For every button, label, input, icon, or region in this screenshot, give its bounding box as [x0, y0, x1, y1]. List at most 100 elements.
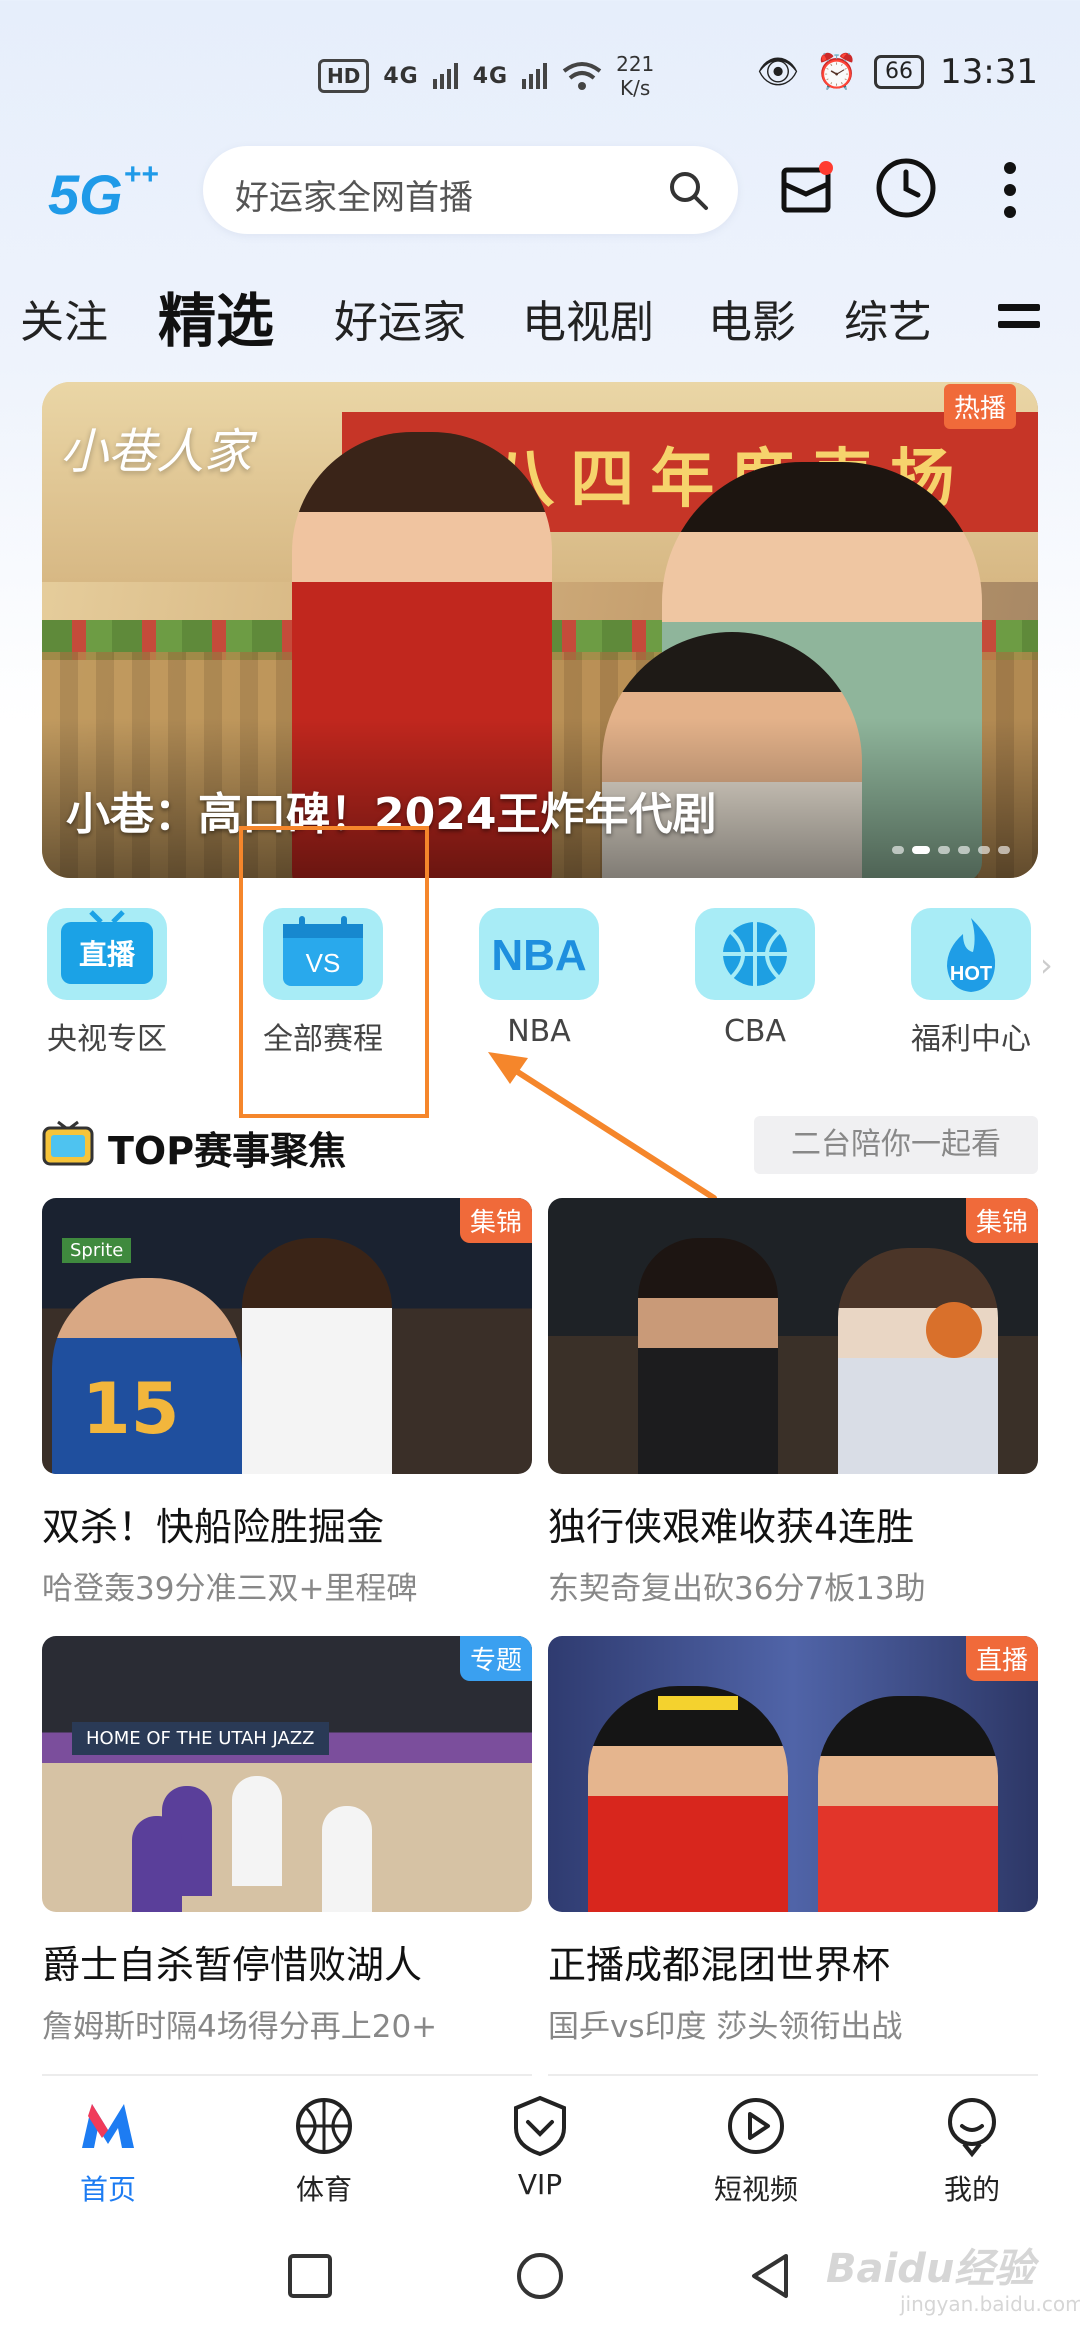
logo-text: 5G: [48, 163, 123, 226]
carousel-dot: [958, 846, 970, 854]
channel-menu-icon[interactable]: [998, 298, 1040, 334]
search-icon[interactable]: [666, 168, 710, 212]
card-subtitle: 国乒vs印度 莎头领衔出战: [548, 2009, 903, 2045]
nav-label: VIP: [517, 2168, 563, 2201]
tab-movie[interactable]: 电影: [708, 286, 796, 350]
history-icon[interactable]: [874, 156, 938, 220]
carousel-dot-active: [912, 846, 930, 854]
nav-label: 首页: [79, 2173, 136, 2206]
quick-entry-label: CBA: [723, 1014, 787, 1049]
nav-vip[interactable]: VIP: [470, 2094, 610, 2201]
more-vertical-icon[interactable]: [990, 158, 1030, 222]
banner-hot-badge: 热播: [943, 384, 1016, 429]
card-subtitle: 詹姆斯时隔4场得分再上20+: [42, 2009, 438, 2045]
player-figure: [838, 1248, 998, 1474]
annotation-highlight-box: [239, 826, 429, 1118]
tab-haoyunjia[interactable]: 好运家: [334, 286, 466, 350]
player-figure: [322, 1806, 372, 1912]
top-events-section-header: TOP赛事聚焦 二台陪你一起看: [0, 1116, 1080, 1186]
divider: [42, 2074, 532, 2076]
tab-variety[interactable]: 综艺: [844, 286, 932, 350]
quick-entry-label: 央视专区: [47, 1022, 167, 1057]
live-tv-icon: 直播: [47, 908, 167, 1000]
quick-entry-welfare[interactable]: HOT 福利中心: [896, 900, 1046, 1058]
nav-home[interactable]: 首页: [38, 2094, 178, 2208]
video-card-clippers[interactable]: Sprite 15 集锦 双杀！快船险胜掘金 哈登轰39分准三双+里程碑: [42, 1198, 532, 1608]
quick-entry-cba[interactable]: CBA: [680, 900, 830, 1049]
signal-bars-icon: [432, 63, 458, 89]
5g-logo-icon[interactable]: 5G ++: [48, 152, 168, 232]
hot-flame-icon: HOT: [911, 908, 1031, 1000]
carousel-dot: [938, 846, 950, 854]
signal-bars-icon-2: [522, 63, 548, 89]
speed-value: 221: [616, 52, 655, 76]
home-m-icon: [82, 2104, 134, 2148]
home-circle-icon[interactable]: [514, 2250, 566, 2302]
topic-badge: 专题: [459, 1636, 532, 1681]
headband: [658, 1696, 738, 1710]
quick-entry-label: NBA: [507, 1014, 571, 1049]
highlight-badge: 集锦: [459, 1198, 532, 1243]
eye-comfort-icon: 👁: [756, 52, 800, 92]
card-title: 爵士自杀暂停惜败湖人: [42, 1943, 423, 1987]
player-figure: [242, 1238, 392, 1474]
video-card-table-tennis[interactable]: 直播 正播成都混团世界杯 国乒vs印度 莎头领衔出战: [548, 1636, 1038, 2046]
unread-dot: [819, 161, 833, 175]
tab-follow[interactable]: 关注: [20, 286, 108, 350]
play-circle-icon: [728, 2098, 784, 2154]
hero-banner[interactable]: 厂 八四年度表扬 小巷人家 小巷：高口碑！2024王炸年代剧 热播: [42, 382, 1038, 878]
bottom-navigation: 首页 体育 VIP 短视频 我的: [0, 2080, 1080, 2220]
video-thumbnail: 直播: [548, 1636, 1038, 1912]
nav-short-video[interactable]: 短视频: [686, 2094, 826, 2208]
search-bar[interactable]: 好运家全网首播: [203, 146, 738, 234]
card-subtitle: 哈登轰39分准三双+里程碑: [42, 1571, 418, 1607]
chevron-right-icon: ›: [1040, 946, 1053, 984]
tab-tv-series[interactable]: 电视剧: [522, 286, 654, 350]
basketball-nav-icon: [296, 2098, 352, 2154]
svg-text:HOT: HOT: [950, 963, 992, 985]
carousel-dot: [892, 846, 904, 854]
status-bar: HD 4G 4G 221 K/s 👁 ⏰ 66 13:31: [0, 0, 1080, 150]
video-thumbnail: 集锦: [548, 1198, 1038, 1474]
profile-icon: [948, 2098, 996, 2158]
quick-entry-nba[interactable]: NBA NBA: [464, 900, 614, 1049]
carousel-dot: [998, 846, 1010, 854]
live-badge: 直播: [965, 1636, 1038, 1681]
player-figure: [588, 1686, 788, 1912]
status-left: HD 4G 4G 221 K/s: [318, 52, 654, 100]
quick-entry-label: 福利中心: [911, 1022, 1031, 1057]
card-title: 双杀！快船险胜掘金: [42, 1505, 385, 1549]
nav-mine[interactable]: 我的: [902, 2094, 1042, 2208]
nav-label: 短视频: [713, 2173, 798, 2206]
back-triangle-icon[interactable]: [744, 2250, 796, 2302]
court-sponsor-sign: Sprite: [62, 1238, 132, 1263]
signal-icon-2: 4G: [472, 63, 509, 89]
basketball-icon: [695, 908, 815, 1000]
search-input[interactable]: 好运家全网首播: [235, 170, 473, 219]
vip-shield-icon: [514, 2095, 566, 2157]
watch-together-button[interactable]: 二台陪你一起看: [754, 1116, 1038, 1174]
quick-entry-cctv[interactable]: 直播 央视专区: [32, 900, 182, 1058]
quick-entry-row: 直播 央视专区 VS 全部赛程 NBA NBA CBA HOT 福利中心 ›: [0, 900, 1080, 1070]
court-sign: HOME OF THE UTAH JAZZ: [72, 1722, 329, 1755]
video-thumbnail: Sprite 15 集锦: [42, 1198, 532, 1474]
wifi-icon: [562, 62, 602, 90]
tab-featured[interactable]: 精选: [158, 274, 274, 358]
card-title: 正播成都混团世界杯: [548, 1943, 891, 1987]
drama-logo: 小巷人家: [60, 424, 253, 480]
carousel-indicator[interactable]: [892, 846, 1010, 854]
video-card-jazz[interactable]: HOME OF THE UTAH JAZZ 专题 爵士自杀暂停惜败湖人 詹姆斯时…: [42, 1636, 532, 2046]
video-card-mavericks[interactable]: 集锦 独行侠艰难收获4连胜 东契奇复出砍36分7板13助: [548, 1198, 1038, 1608]
player-figure: [818, 1696, 998, 1912]
baidu-watermark-url: jingyan.baidu.com: [900, 2292, 1080, 2316]
svg-text:直播: 直播: [79, 938, 136, 971]
battery-icon: 66: [874, 55, 925, 89]
recent-apps-icon[interactable]: [284, 2250, 336, 2302]
message-icon[interactable]: [778, 160, 834, 216]
player-figure: [232, 1776, 282, 1886]
status-right: 👁 ⏰ 66 13:31: [757, 52, 1039, 92]
hd-indicator: HD: [318, 59, 370, 93]
nav-label: 我的: [943, 2173, 1000, 2206]
app-header: 5G ++ 好运家全网首播: [0, 138, 1080, 248]
nav-sports[interactable]: 体育: [254, 2094, 394, 2208]
